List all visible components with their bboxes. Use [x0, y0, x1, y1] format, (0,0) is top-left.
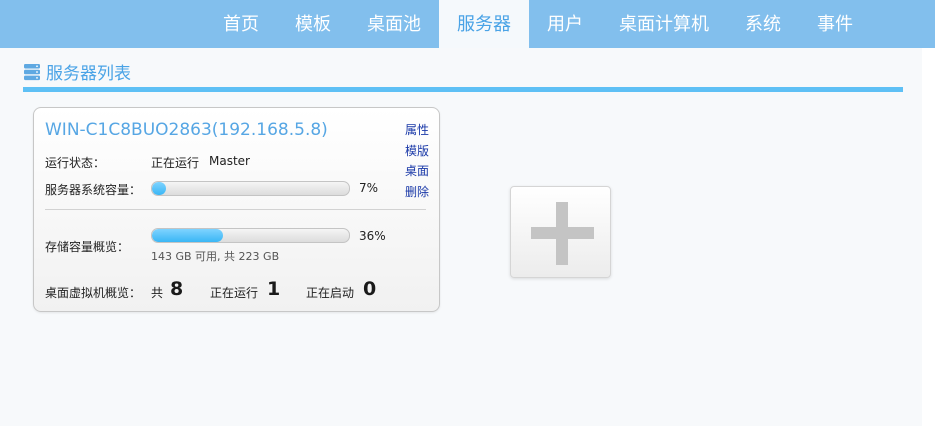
storage-bar — [151, 228, 350, 243]
nav-desktop-pool[interactable]: 桌面池 — [349, 0, 439, 48]
page-title-text: 服务器列表 — [46, 64, 131, 84]
sys-capacity-percent: 7% — [359, 181, 379, 195]
server-stack-icon — [24, 63, 40, 80]
title-divider — [23, 87, 903, 92]
page-edge — [922, 48, 935, 426]
nav-home[interactable]: 首页 — [205, 0, 277, 48]
nav-servers[interactable]: 服务器 — [439, 0, 529, 48]
nav-desktop-computers[interactable]: 桌面计算机 — [601, 0, 727, 48]
nav-events[interactable]: 事件 — [799, 0, 871, 48]
page-title: 服务器列表 — [23, 59, 131, 84]
vm-running-count: 1 — [267, 278, 281, 300]
server-card: WIN-C1C8BUO2863(192.168.5.8) 属性 模版 桌面 删除… — [33, 107, 440, 312]
nav-templates[interactable]: 模板 — [277, 0, 349, 48]
vm-total-label: 共 — [151, 286, 164, 300]
card-divider — [45, 209, 426, 210]
vm-running-label: 正在运行 — [210, 286, 259, 300]
main-nav: 首页 模板 桌面池 服务器 用户 桌面计算机 系统 事件 — [205, 0, 871, 48]
vm-total-count: 8 — [170, 278, 184, 300]
status-value: 正在运行 — [151, 156, 200, 170]
sys-capacity-fill — [152, 182, 166, 195]
nav-system[interactable]: 系统 — [727, 0, 799, 48]
storage-fill — [152, 229, 223, 242]
vm-starting-count: 0 — [363, 278, 377, 300]
storage-label: 存储容量概览： — [45, 240, 130, 254]
desktops-link[interactable]: 桌面 — [405, 161, 429, 182]
properties-link[interactable]: 属性 — [405, 120, 429, 141]
sys-capacity-label: 服务器系统容量： — [45, 183, 142, 197]
role-value: Master — [209, 154, 250, 168]
nav-users[interactable]: 用户 — [529, 0, 601, 48]
sys-capacity-bar — [151, 181, 350, 196]
server-name[interactable]: WIN-C1C8BUO2863(192.168.5.8) — [45, 120, 328, 140]
templates-link[interactable]: 模版 — [405, 141, 429, 162]
vm-overview-label: 桌面虚拟机概览： — [45, 286, 142, 300]
storage-percent: 36% — [359, 229, 386, 243]
storage-detail: 143 GB 可用, 共 223 GB — [151, 250, 280, 263]
vm-starting-label: 正在启动 — [306, 286, 355, 300]
plus-icon-vertical — [556, 202, 568, 265]
status-label: 运行状态： — [45, 156, 106, 170]
add-server-button[interactable] — [510, 186, 611, 278]
server-actions: 属性 模版 桌面 删除 — [405, 120, 429, 202]
delete-link[interactable]: 删除 — [405, 182, 429, 203]
